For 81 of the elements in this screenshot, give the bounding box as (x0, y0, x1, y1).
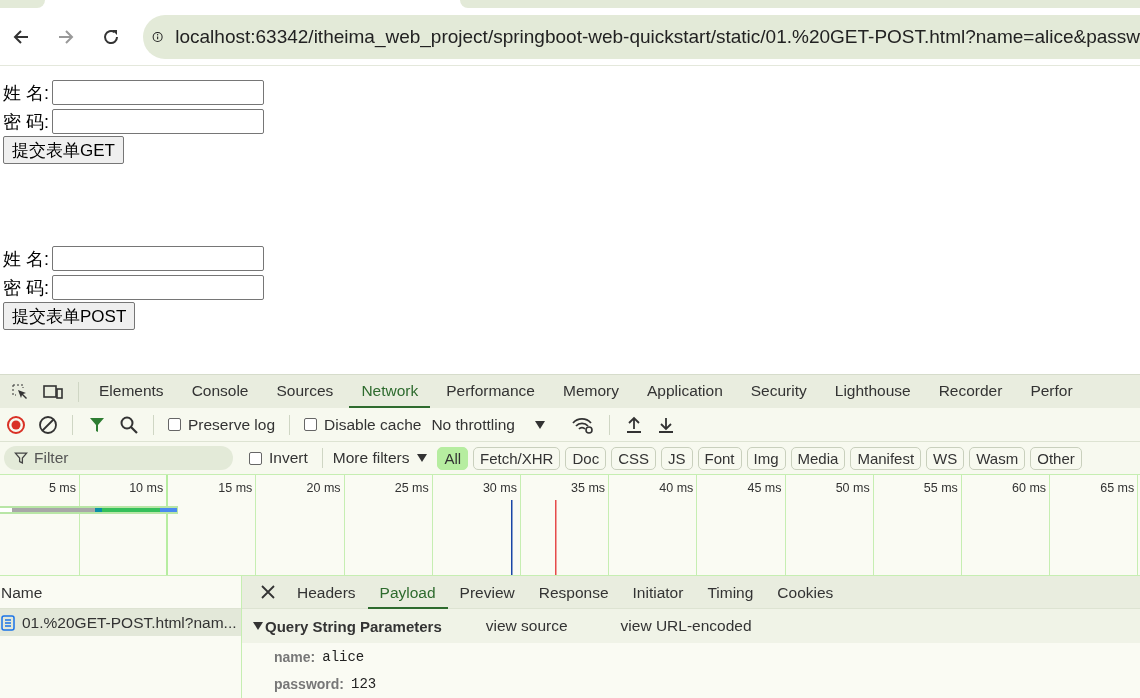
view-link[interactable]: view source (485, 617, 568, 635)
tick-label: 5 ms (48, 481, 76, 495)
inspect-icon[interactable] (10, 381, 30, 402)
field-label: 密 码: (3, 276, 49, 300)
filter-chip[interactable]: WS (926, 446, 965, 470)
filter-chip[interactable]: Manifest (850, 446, 922, 470)
devtools-tab[interactable]: Security (738, 375, 819, 408)
devtools-tab[interactable]: Lighthouse (822, 375, 923, 408)
tick-label: 50 ms (835, 481, 870, 495)
param-value: alice (322, 648, 365, 665)
details-tab[interactable]: Timing (695, 575, 766, 609)
caret-icon (417, 454, 428, 462)
devtools-tab[interactable]: Application (634, 375, 735, 408)
text-input[interactable] (52, 109, 264, 134)
dropdown-label: No throttling (431, 415, 515, 434)
checkbox-label[interactable]: Invert (269, 449, 308, 467)
filter-chip[interactable]: Wasm (969, 446, 1026, 470)
submit-button[interactable]: 提交表单GET (3, 136, 124, 164)
tick-label: 40 ms (659, 481, 694, 495)
text-input[interactable] (52, 275, 264, 300)
submit-button[interactable]: 提交表单POST (3, 302, 136, 330)
tick-label: 45 ms (747, 481, 782, 495)
record-icon[interactable] (6, 414, 26, 435)
details-tab[interactable]: Initiator (620, 575, 696, 609)
devtools-tab[interactable]: Console (179, 375, 261, 408)
tick-label: 15 ms (218, 481, 253, 495)
tick-label: 55 ms (923, 481, 958, 495)
details-tab[interactable]: Cookies (765, 575, 846, 609)
field-label: 姓 名: (3, 81, 49, 105)
caret-icon (534, 420, 545, 429)
filter-chip[interactable]: Doc (565, 446, 607, 470)
checkbox[interactable] (304, 418, 317, 431)
tick-label: 35 ms (571, 481, 606, 495)
filter-chip[interactable]: Fetch/XHR (473, 446, 561, 470)
tick-label: 65 ms (1100, 481, 1135, 495)
filter-chip[interactable]: CSS (611, 446, 656, 470)
tick-label: 30 ms (482, 481, 517, 495)
filter-chip[interactable]: All (437, 446, 469, 470)
close-icon[interactable] (261, 585, 275, 599)
checkbox-label[interactable]: Disable cache (324, 415, 422, 434)
devtools-tab[interactable]: Memory (550, 375, 631, 408)
param-name: password: (274, 675, 344, 692)
document-icon (1, 614, 15, 631)
field-label: 姓 名: (3, 247, 49, 271)
details-tab[interactable]: Headers (285, 575, 368, 609)
more-filters-dropdown[interactable]: More filters (332, 449, 428, 467)
clear-icon[interactable] (38, 414, 58, 435)
field-label: 密 码: (3, 110, 49, 134)
tick-label: 60 ms (1012, 481, 1047, 495)
tick-label: 10 ms (129, 481, 164, 495)
devtools-tab[interactable]: Performance (434, 375, 547, 408)
tick-label: 20 ms (306, 481, 341, 495)
text-input[interactable] (52, 80, 264, 105)
section-header[interactable]: Query String Parameters (253, 617, 442, 635)
triangle-icon (253, 622, 263, 630)
filter-chip[interactable]: Font (697, 446, 742, 470)
throttling-dropdown[interactable]: No throttling (431, 415, 545, 434)
url-text: localhost:63342/itheima_web_project/springboot-web-quickstart/static/01.%20GET-POST.html?name=alice&passw (175, 25, 1140, 48)
checkbox[interactable] (249, 451, 262, 465)
search-icon[interactable] (119, 414, 139, 435)
filter-chip[interactable]: Media (790, 446, 846, 470)
dropdown-label: More filters (332, 449, 410, 467)
filter-chip[interactable]: Img (746, 446, 786, 470)
filter-chip[interactable]: Other (1030, 446, 1082, 470)
details-tab[interactable]: Response (526, 575, 621, 609)
address-bar[interactable]: localhost:63342/itheima_web_project/springboot-web-quickstart/static/01.%20GET-POST.html?name=alice&passw (143, 14, 1140, 59)
devtools-tab[interactable]: Elements (87, 375, 176, 408)
request-row[interactable]: 01.%20GET-POST.html?nam... (0, 609, 241, 636)
filter-field[interactable]: Filter (4, 446, 233, 470)
checkbox[interactable] (168, 418, 181, 431)
checkbox-label[interactable]: Preserve log (188, 415, 275, 434)
view-link[interactable]: view URL-encoded (620, 617, 752, 635)
param-name: name: (274, 648, 316, 665)
param-value: 123 (351, 675, 377, 692)
tick-label: 25 ms (394, 481, 429, 495)
devtools-tab[interactable]: Perfor (1018, 375, 1085, 408)
devtools-tab[interactable]: Sources (264, 375, 346, 408)
details-tab[interactable]: Preview (447, 575, 527, 609)
devtools-tab[interactable]: Recorder (926, 375, 1015, 408)
filter-chip[interactable]: JS (661, 446, 693, 470)
text-input[interactable] (52, 246, 264, 271)
